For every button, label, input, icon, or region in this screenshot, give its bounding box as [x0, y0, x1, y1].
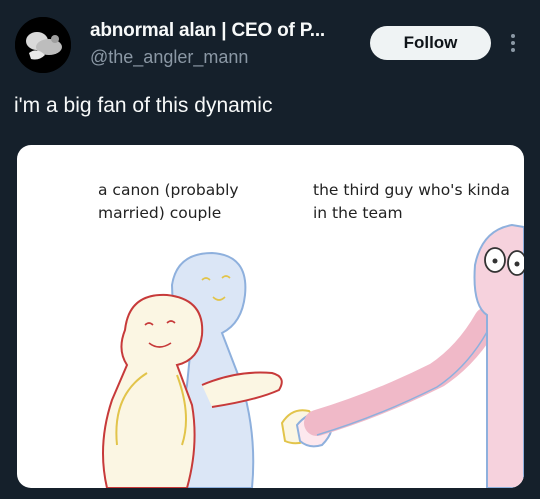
avatar-image — [15, 17, 71, 73]
display-name[interactable]: abnormal alan | CEO of P... — [90, 20, 325, 42]
tweet-text: i'm a big fan of this dynamic — [14, 94, 273, 117]
tweet-image[interactable]: a canon (probably married) couple the th… — [17, 145, 524, 488]
avatar[interactable] — [15, 17, 71, 73]
caption-couple: a canon (probably married) couple — [98, 181, 239, 222]
more-options-icon[interactable] — [505, 30, 521, 56]
user-handle[interactable]: @the_angler_mann — [90, 47, 248, 68]
tweet-card: abnormal alan | CEO of P... @the_angler_… — [0, 0, 540, 499]
follow-button[interactable]: Follow — [370, 26, 491, 60]
caption-third-guy: the third guy who's kinda in the team — [313, 181, 510, 222]
